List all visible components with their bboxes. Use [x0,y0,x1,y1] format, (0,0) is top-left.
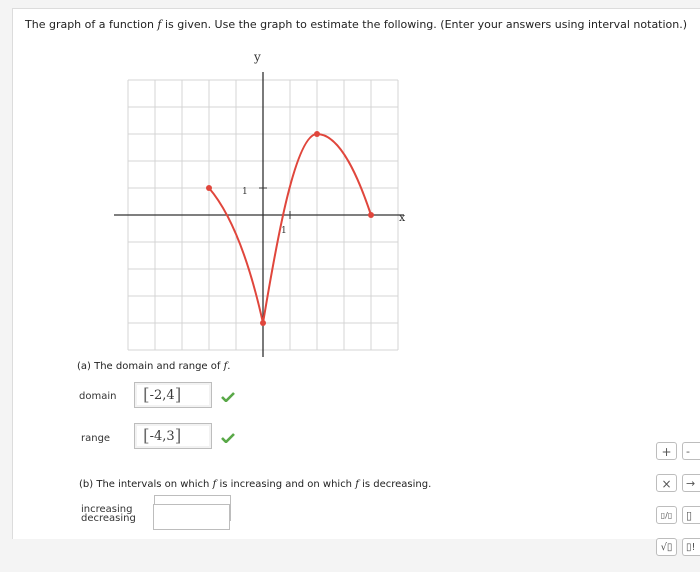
close-bracket: ] [174,426,182,446]
y-axis-label: y [253,50,261,64]
minus-button[interactable]: - [682,442,700,460]
close-bracket: ] [174,385,182,405]
domain-label: domain [79,391,117,402]
plus-button[interactable]: + [656,442,677,460]
fraction-button[interactable]: ▯/▯ [656,506,677,524]
range-answer[interactable]: [-4,3] [134,423,212,449]
times-button[interactable]: × [656,474,677,492]
box-button[interactable]: ▯ [682,506,700,524]
x-tick-label: 1 [281,226,287,236]
range-label: range [81,433,111,444]
curve-point [260,320,266,326]
math-palette: + - × → ▯/▯ ▯ √▯ ▯! [648,438,700,556]
question-panel: The graph of a function f is given. Use … [12,8,700,539]
open-bracket: [ [143,426,150,446]
x-axis-label: x [399,211,406,224]
box-factorial-button[interactable]: ▯! [682,538,700,556]
decreasing-input[interactable] [153,504,230,530]
sqrt-button[interactable]: √▯ [656,538,677,556]
decreasing-label: decreasing [81,513,136,524]
domain-answer[interactable]: [-2,4] [134,382,212,408]
curve-point [368,212,374,218]
domain-correct-check-icon [221,392,235,402]
domain-value: -2,4 [149,387,175,403]
question-prompt: The graph of a function f is given. Use … [25,18,688,31]
y-tick-label: 1 [242,187,248,197]
graph-axes [114,72,404,357]
curve-point [314,131,320,137]
part-b-title: (b) The intervals on which f is increasi… [79,479,432,490]
curve-point [206,185,212,191]
range-value: -4,3 [149,428,175,444]
arrow-button[interactable]: → [682,474,700,492]
part-a-title: (a) The domain and range of f. [77,361,231,372]
function-graph: y x 1 1 [114,50,406,357]
range-correct-check-icon [221,433,235,443]
open-bracket: [ [143,385,150,405]
